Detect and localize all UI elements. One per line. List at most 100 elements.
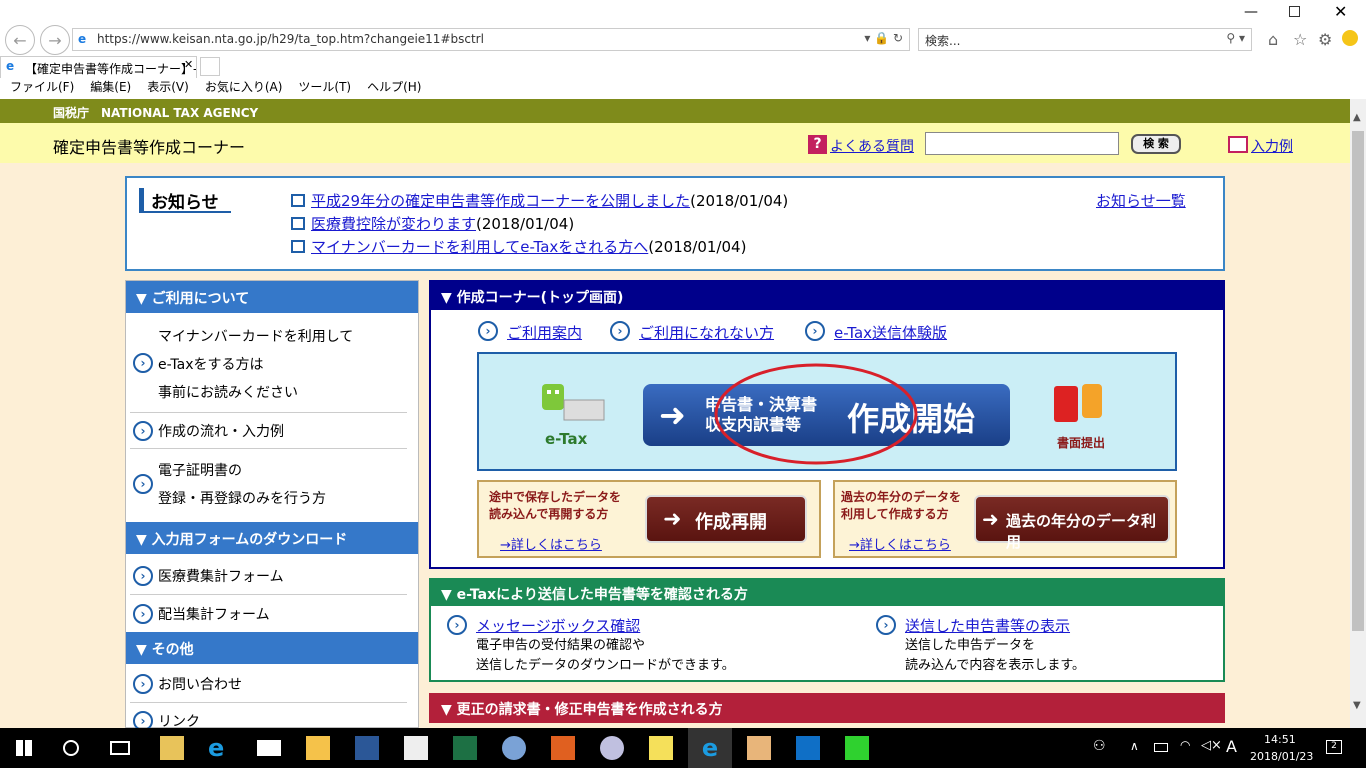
usage-guide-link[interactable]: ご利用案内 bbox=[507, 322, 582, 343]
nav-mynumber-line2[interactable]: e-Taxをする方は bbox=[158, 354, 263, 374]
task-view-icon[interactable] bbox=[110, 741, 130, 755]
divider bbox=[130, 594, 407, 595]
browser-tab-active[interactable]: e 【確定申告書等作成コーナー】-... bbox=[0, 56, 197, 78]
arrow-icon[interactable]: › bbox=[447, 615, 467, 635]
faq-link[interactable]: よくある質問 bbox=[830, 136, 914, 156]
nav-dividend-form[interactable]: 配当集計フォーム bbox=[158, 604, 270, 624]
restore-icon[interactable] bbox=[1289, 6, 1300, 17]
paint-app-icon[interactable] bbox=[502, 736, 526, 760]
excel-app-icon[interactable] bbox=[453, 736, 477, 760]
nav-mynumber-line3[interactable]: 事前にお読みください bbox=[158, 382, 298, 402]
volume-icon[interactable]: ◁× bbox=[1201, 738, 1222, 753]
close-icon[interactable]: ✕ bbox=[1334, 2, 1347, 21]
sticky-notes-app-icon[interactable] bbox=[649, 736, 673, 760]
mail-app-icon[interactable] bbox=[257, 740, 281, 756]
news-list-link[interactable]: お知らせ一覧 bbox=[1096, 190, 1186, 211]
arrow-icon[interactable]: › bbox=[133, 566, 153, 586]
forward-button[interactable]: → bbox=[40, 25, 70, 55]
question-icon[interactable]: ? bbox=[808, 135, 827, 154]
unavailable-link[interactable]: ご利用になれない方 bbox=[639, 322, 774, 343]
toolbox-app-icon[interactable] bbox=[551, 736, 575, 760]
people-icon[interactable]: ⚇ bbox=[1093, 738, 1106, 754]
arrow-icon[interactable]: › bbox=[133, 674, 153, 694]
message-box-link[interactable]: メッセージボックス確認 bbox=[476, 615, 640, 636]
news-link-1[interactable]: 平成29年分の確定申告書等作成コーナーを公開しました bbox=[311, 192, 690, 210]
arrow-icon[interactable]: › bbox=[876, 615, 896, 635]
settings-gear-icon[interactable]: ⚙ bbox=[1318, 30, 1332, 49]
sent-docs-desc: 送信した申告データを 読み込んで内容を表示します。 bbox=[905, 636, 1085, 676]
tab-close-icon[interactable]: ✕ bbox=[184, 58, 193, 71]
news-link-2[interactable]: 医療費控除が変わります bbox=[311, 215, 476, 233]
menu-edit[interactable]: 編集(E) bbox=[90, 78, 131, 98]
arrow-icon[interactable]: › bbox=[610, 321, 630, 341]
news-link-3[interactable]: マイナンバーカードを利用してe-Taxをされる方へ bbox=[311, 238, 648, 256]
past-details-link[interactable]: →詳しくはこちら bbox=[849, 534, 951, 553]
battery-icon[interactable] bbox=[1154, 743, 1168, 752]
ie-app-icon[interactable]: e bbox=[208, 736, 232, 760]
search-icon[interactable]: ⚲ ▾ bbox=[1226, 31, 1245, 45]
ime-indicator[interactable]: A bbox=[1226, 737, 1237, 756]
input-example-link[interactable]: 入力例 bbox=[1251, 136, 1293, 156]
back-button[interactable]: ← bbox=[5, 25, 35, 55]
site-search-input[interactable] bbox=[925, 132, 1119, 155]
paint2-app-icon[interactable] bbox=[600, 736, 624, 760]
minimize-icon[interactable]: — bbox=[1244, 4, 1258, 20]
nav-heading-other: ▼ その他 bbox=[126, 632, 418, 664]
favorites-star-icon[interactable]: ☆ bbox=[1293, 30, 1307, 49]
wifi-icon[interactable]: ◠ bbox=[1180, 738, 1190, 752]
nav-cert-line1[interactable]: 電子証明書の bbox=[158, 460, 242, 480]
clock-date[interactable]: 2018/01/23 bbox=[1250, 750, 1313, 763]
resume-details-link[interactable]: →詳しくはこちら bbox=[500, 534, 602, 553]
clock-time[interactable]: 14:51 bbox=[1264, 733, 1296, 746]
tray-chevron-icon[interactable]: ∧ bbox=[1130, 739, 1139, 753]
explorer-app-icon[interactable] bbox=[160, 736, 184, 760]
scroll-up-icon[interactable]: ▲ bbox=[1353, 112, 1361, 123]
home-icon[interactable]: ⌂ bbox=[1268, 30, 1278, 49]
cortana-icon[interactable] bbox=[63, 740, 79, 756]
etax-trial-link[interactable]: e-Tax送信体験版 bbox=[834, 322, 947, 343]
windows-start-icon[interactable] bbox=[16, 740, 32, 756]
nav-cert-line2[interactable]: 登録・再登録のみを行う方 bbox=[158, 488, 326, 508]
url-bar[interactable]: e https://www.keisan.nta.go.jp/h29/ta_top… bbox=[72, 28, 910, 51]
arrow-icon[interactable]: › bbox=[133, 353, 153, 373]
scrollbar-thumb[interactable] bbox=[1352, 131, 1364, 631]
resume-button[interactable]: ➜ 作成再開 bbox=[645, 495, 807, 543]
browser-search-input[interactable]: 検索... ⚲ ▾ bbox=[918, 28, 1252, 51]
menu-favorites[interactable]: お気に入り(A) bbox=[205, 78, 283, 98]
nav-flow[interactable]: 作成の流れ・入力例 bbox=[158, 421, 284, 441]
menu-tools[interactable]: ツール(T) bbox=[298, 78, 351, 98]
arrow-icon[interactable]: › bbox=[478, 321, 498, 341]
calculator-app-icon[interactable] bbox=[747, 736, 771, 760]
book-icon[interactable] bbox=[1228, 136, 1248, 153]
scroll-down-icon[interactable]: ▼ bbox=[1353, 700, 1361, 711]
correction-heading: ▼ 更正の請求書・修正申告書を作成される方 bbox=[429, 693, 1225, 723]
nav-contact[interactable]: お問い合わせ bbox=[158, 674, 242, 694]
store-app-icon[interactable] bbox=[404, 736, 428, 760]
arrow-icon[interactable]: › bbox=[133, 421, 153, 441]
menu-view[interactable]: 表示(V) bbox=[147, 78, 189, 98]
folder-app-icon[interactable] bbox=[306, 736, 330, 760]
site-search-button[interactable]: 検 索 bbox=[1131, 134, 1181, 154]
arrow-icon[interactable]: › bbox=[133, 604, 153, 624]
nav-mynumber-line1[interactable]: マイナンバーカードを利用して bbox=[158, 326, 353, 346]
url-controls-icon[interactable]: ▾ 🔒 ↻ bbox=[864, 31, 903, 45]
divider bbox=[130, 448, 407, 449]
search-placeholder: 検索... bbox=[925, 34, 961, 48]
past-data-button[interactable]: ➜ 過去の年分のデータ利用 bbox=[974, 495, 1170, 551]
ie-active-app-icon[interactable]: e bbox=[688, 728, 732, 768]
new-tab-button[interactable] bbox=[200, 57, 220, 76]
arrow-icon[interactable]: › bbox=[133, 474, 153, 494]
green-app-icon[interactable] bbox=[845, 736, 869, 760]
nav-heading-usage: ▼ ご利用について bbox=[126, 281, 418, 313]
etax-label: e-Tax bbox=[545, 430, 588, 448]
agency-name: 国税庁 NATIONAL TAX AGENCY bbox=[53, 106, 259, 120]
smiley-icon[interactable] bbox=[1342, 30, 1358, 46]
word-app-icon[interactable] bbox=[355, 736, 379, 760]
sent-docs-link[interactable]: 送信した申告書等の表示 bbox=[905, 615, 1070, 636]
nav-medical-form[interactable]: 医療費集計フォーム bbox=[158, 566, 284, 586]
menu-file[interactable]: ファイル(F) bbox=[10, 78, 74, 98]
outlook-app-icon[interactable] bbox=[796, 736, 820, 760]
menu-help[interactable]: ヘルプ(H) bbox=[367, 78, 421, 98]
notification-icon[interactable]: 2 bbox=[1326, 740, 1342, 754]
arrow-icon[interactable]: › bbox=[805, 321, 825, 341]
